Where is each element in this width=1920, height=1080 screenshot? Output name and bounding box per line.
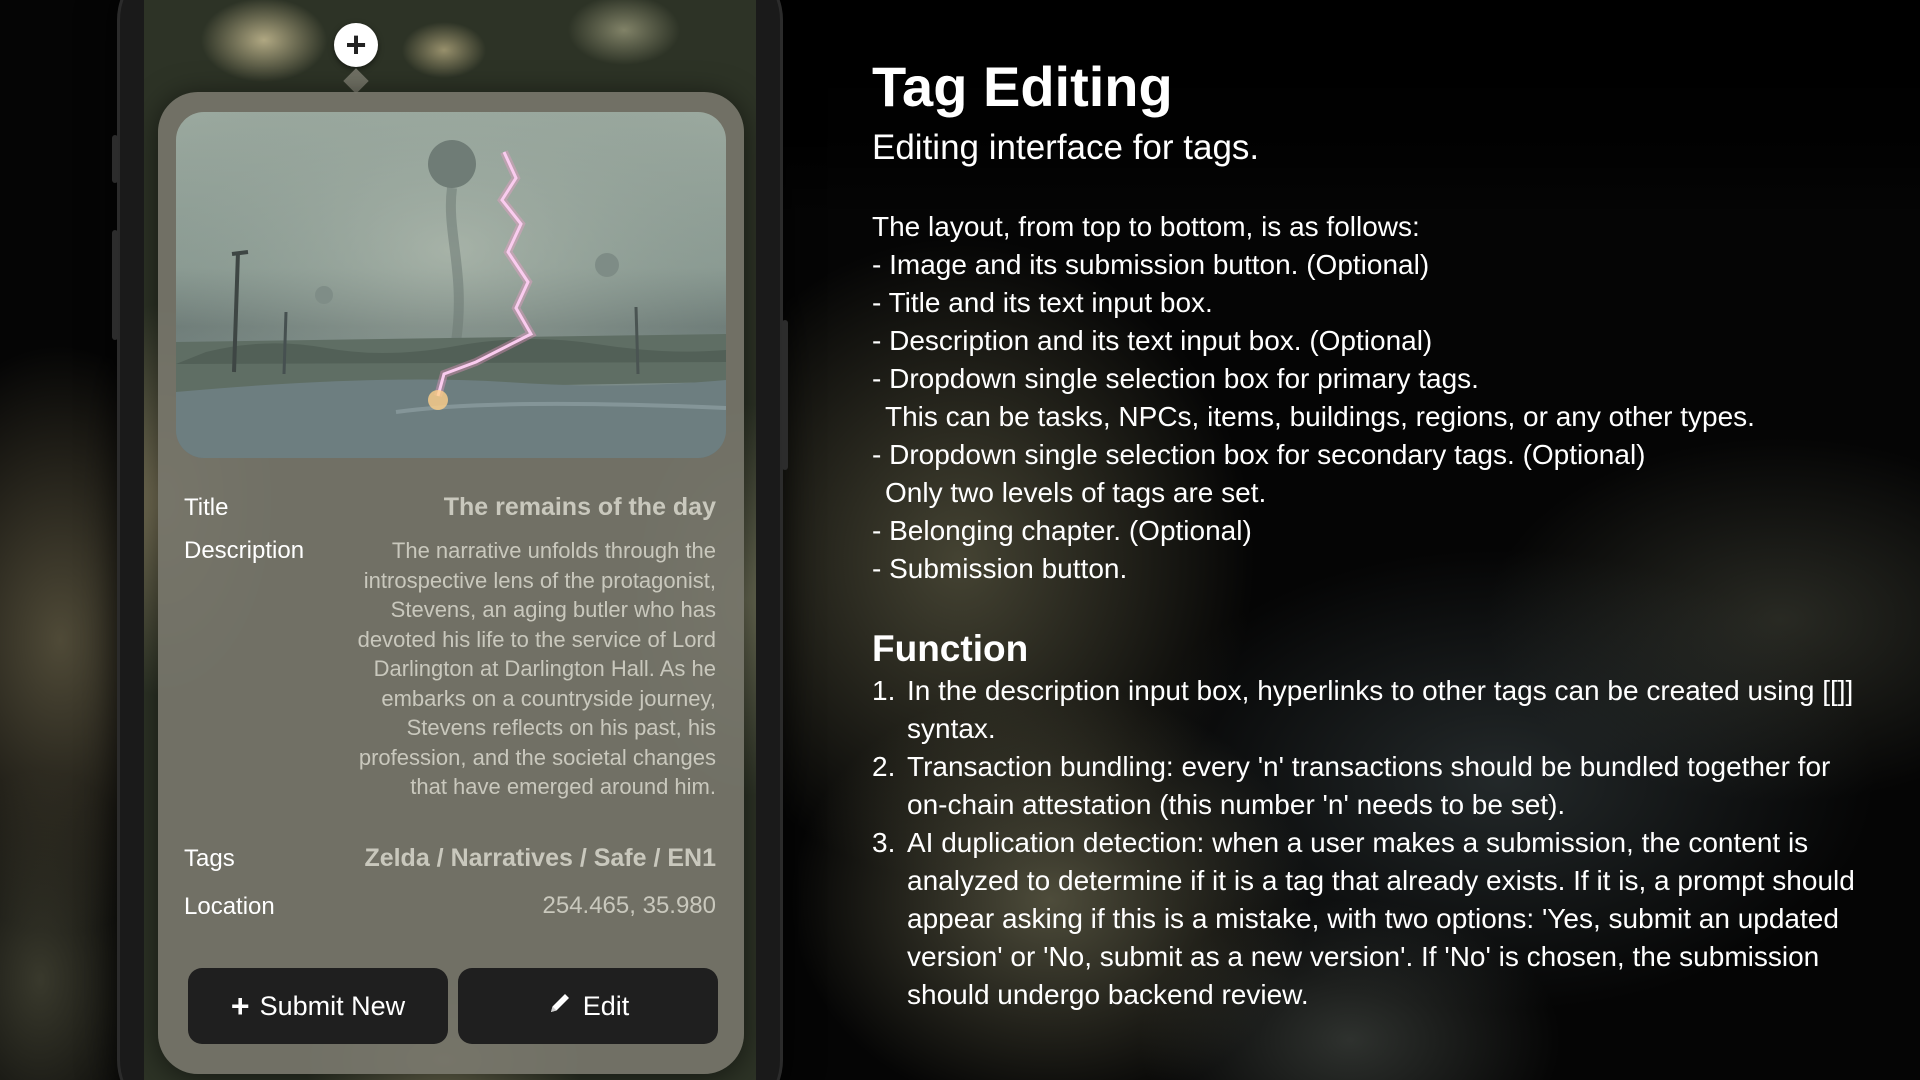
storm-scene-illustration [176,112,726,458]
list-item: - Belonging chapter. (Optional) [872,515,1252,546]
layout-list: - Image and its submission button. (Opti… [872,246,1872,588]
pin-pointer [343,68,369,94]
title-label: Title [184,494,229,521]
plus-icon: + [345,24,367,65]
list-item: 2. Transaction bundling: every 'n' transa… [872,751,1831,820]
location-label: Location [184,893,275,920]
edit-button[interactable]: Edit [458,968,718,1044]
submit-new-button[interactable]: + Submit New [188,968,448,1044]
description-value[interactable]: The narrative unfolds through the intros… [326,536,716,802]
tag-card: Title The remains of the day Description… [158,92,744,1074]
list-item: 1. In the description input box, hyperlin… [872,675,1854,744]
tags-value[interactable]: Zelda / Narratives / Safe / EN1 [364,844,716,873]
tag-image[interactable] [176,112,726,458]
description-label: Description [184,537,305,564]
plus-icon: + [230,988,250,1024]
submit-new-label: Submit New [259,990,406,1021]
page-subtitle: Editing interface for tags. [872,128,1260,167]
list-item: - Description and its text input box. (O… [872,325,1433,356]
layout-intro: The layout, from top to bottom, is as fo… [872,211,1420,242]
list-item: - Image and its submission button. (Opti… [872,249,1430,280]
title-value[interactable]: The remains of the day [444,493,716,522]
list-item: - Dropdown single selection box for seco… [872,439,1646,508]
tags-label: Tags [184,845,235,872]
list-item: - Title and its text input box. [872,287,1213,318]
add-pin-button[interactable]: + [334,23,378,67]
edit-label: Edit [582,990,630,1021]
function-heading: Function [872,628,1029,669]
description-panel: Tag Editing Editing interface for tags. … [872,52,1872,1014]
location-value[interactable]: 254.465, 35.980 [543,892,717,920]
phone-side-button [782,320,788,470]
function-list: 1. In the description input box, hyperlin… [872,672,1872,1014]
phone-side-button [112,135,118,183]
page-title: Tag Editing [872,55,1173,118]
phone-screen: + Title The remains of the day Descripti… [144,0,756,1080]
phone-side-button [112,230,118,340]
list-item: - Dropdown single selection box for prim… [872,363,1755,432]
pencil-icon [547,990,573,1023]
list-item: - Submission button. [872,553,1128,584]
list-item: 3. AI duplication detection: when a user … [872,827,1855,1010]
